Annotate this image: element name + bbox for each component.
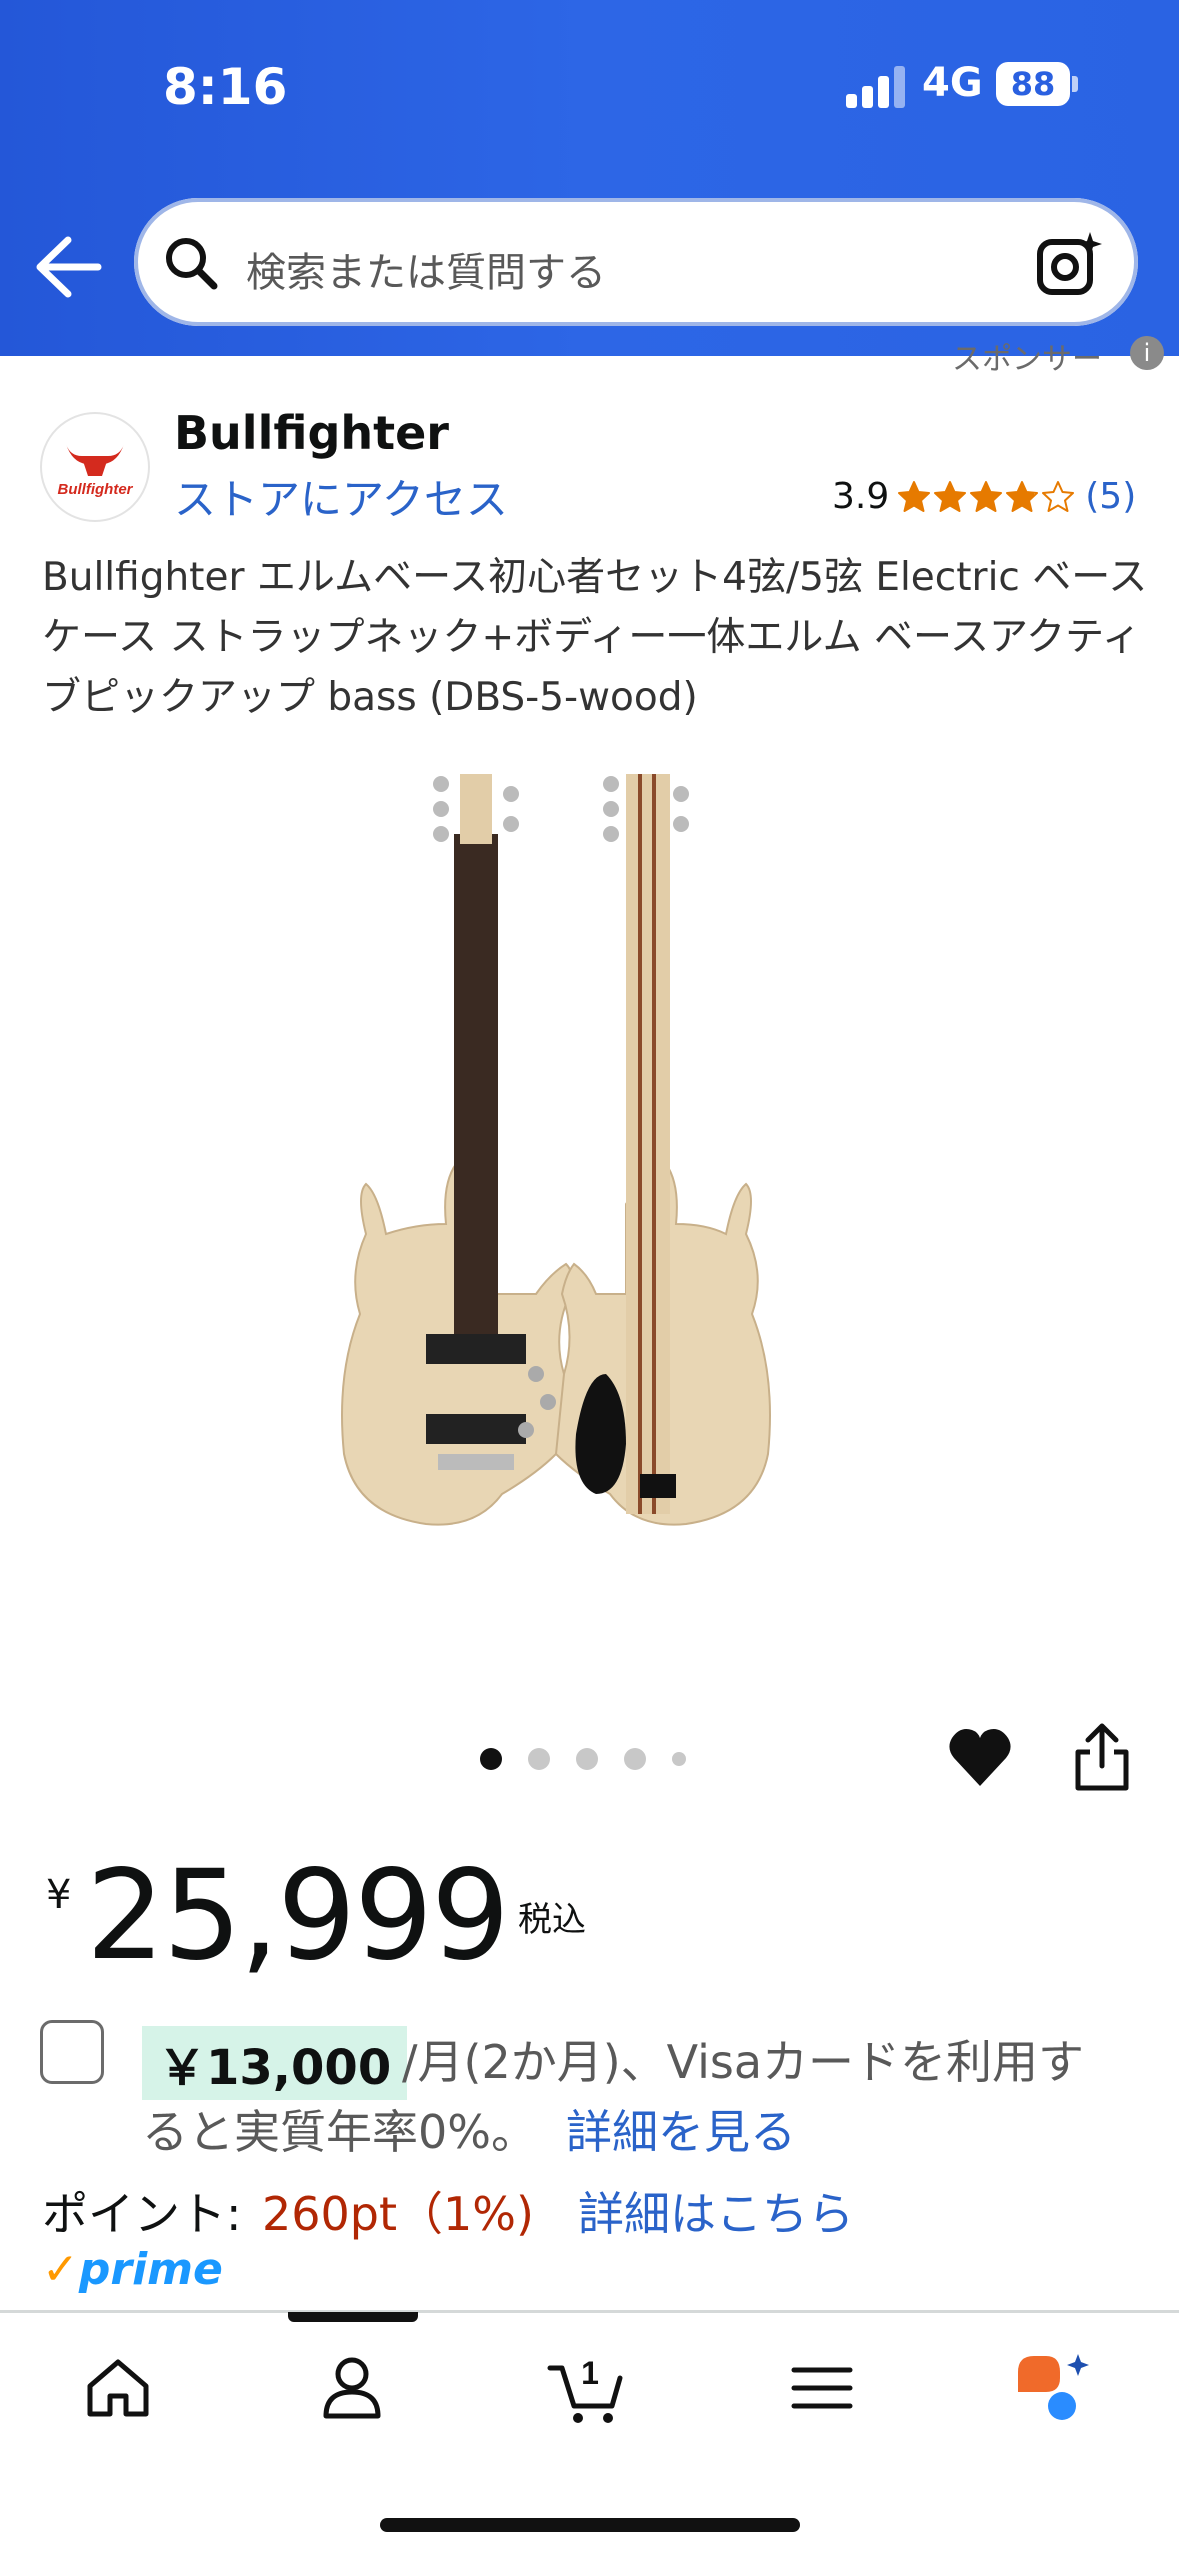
installment-text: /月(2か月)、Visaカードを利用す [402,2035,1085,2089]
share-icon[interactable] [1072,1722,1132,1792]
prime-label: prime [78,2244,223,2295]
search-input[interactable]: 検索または質問する [246,240,606,298]
carousel-dot[interactable] [672,1752,686,1766]
installment-checkbox[interactable] [40,2020,104,2084]
home-indicator [380,2518,800,2532]
star-icon [1006,480,1039,512]
search-icon [166,238,218,290]
prime-badge: ✓prime [42,2244,223,2295]
brand-logo[interactable]: Bullfighter [40,412,150,522]
prime-check-icon: ✓ [42,2244,79,2295]
points-value: 260pt（1%) [262,2187,534,2241]
installment-amount: ￥13,000 [142,2026,408,2100]
carousel-dot[interactable] [528,1748,550,1770]
price: 25,999 [86,1844,510,1988]
account-icon[interactable] [312,2348,392,2428]
search-bar[interactable]: 検索または質問する [134,198,1138,326]
star-icon [898,480,931,512]
carousel-dot[interactable] [624,1748,646,1770]
bull-logo-icon: Bullfighter [58,444,134,498]
rating-summary[interactable]: 3.9 (5) [832,476,1136,517]
star-icon [970,480,1003,512]
product-image[interactable] [326,754,856,1634]
rating-value: 3.9 [832,476,890,517]
points-details-link[interactable]: 詳細はこちら [578,2178,854,2244]
home-icon[interactable] [78,2348,158,2428]
svg-text:Bullfighter: Bullfighter [58,481,134,498]
carousel-dot[interactable] [480,1748,502,1770]
back-arrow-icon [36,236,102,298]
brand-name[interactable]: Bullfighter [174,406,449,460]
network-label: 4G [922,60,983,106]
star-icon [934,480,967,512]
bass-guitar-image [341,774,771,1526]
battery-nub [1072,76,1078,92]
info-icon[interactable]: i [1130,336,1164,370]
battery-icon: 88 [996,62,1070,106]
price-currency: ¥ [46,1872,72,1918]
visit-store-link[interactable]: ストアにアクセス [174,466,508,527]
cart-icon[interactable]: 1 [546,2348,626,2428]
star-rating [897,480,1077,514]
installment-details-link[interactable]: 詳細を見る [566,2096,796,2162]
review-count[interactable]: (5) [1085,476,1136,517]
product-title: Bullfighter エルムベース初心者セット4弦/5弦 Electric ベ… [42,555,1148,720]
star-icon [1042,480,1075,512]
back-button[interactable] [32,232,106,302]
tax-label: 税込 [518,1900,586,1940]
points-label: ポイント: [42,2187,242,2241]
nav-active-indicator [288,2312,418,2322]
app-header: 8:16 4G 88 検索または質問する [0,0,1179,356]
rufus-icon[interactable] [1012,2348,1092,2428]
camera-lens-icon[interactable] [1034,228,1106,300]
menu-icon[interactable] [782,2348,862,2428]
cart-count: 1 [581,2355,599,2391]
image-carousel-dots[interactable] [480,1748,712,1770]
carousel-dot[interactable] [576,1748,598,1770]
status-time: 8:16 [163,58,288,116]
signal-icon [846,64,906,108]
installment-text-2: ると実質年率0%。 [142,2105,537,2159]
heart-icon[interactable] [946,1724,1014,1790]
sponsored-label: スポンサー [952,342,1102,377]
